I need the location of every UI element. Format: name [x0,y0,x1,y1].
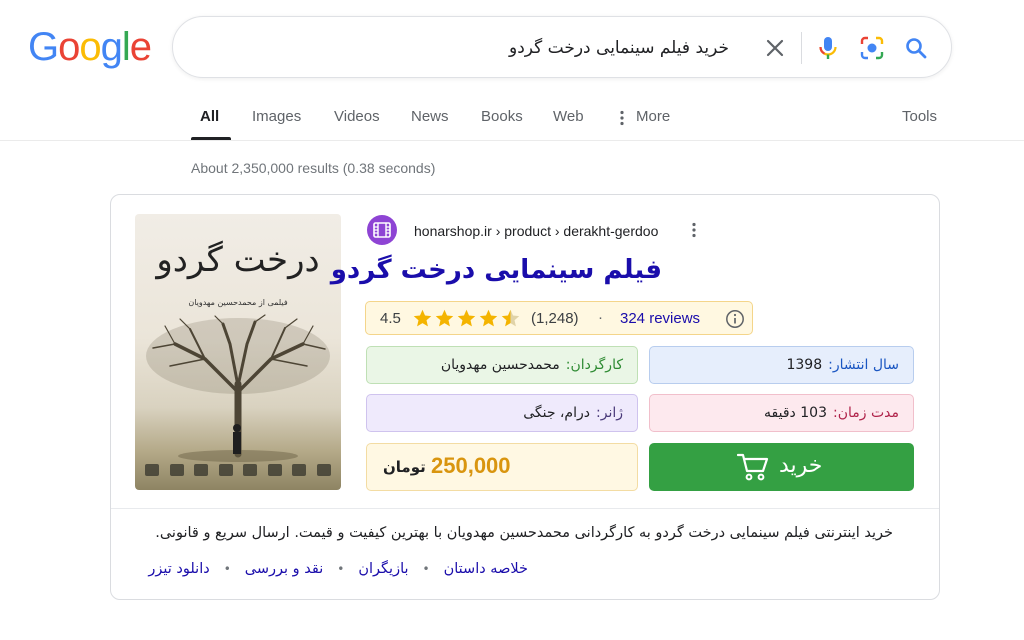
star-icon [435,309,454,327]
sitelink-cast[interactable]: بازیگران [358,561,408,577]
result-title-link[interactable]: فیلم سینمایی درخت گردو [331,255,662,285]
tab-all[interactable]: All [200,108,219,125]
result-description: خرید اینترنتی فیلم سینمایی درخت گردو به … [155,525,893,541]
cart-icon [736,452,769,485]
tab-news[interactable]: News [411,108,449,125]
release-year-value: 1398 [786,357,823,373]
release-year-label: سال انتشار: [828,357,899,373]
poster-title: درخت گردو [156,240,320,280]
tab-books[interactable]: Books [481,108,523,125]
sitelink-trailer[interactable]: دانلود تیزر [148,561,209,577]
more-vertical-icon[interactable] [619,110,625,131]
result-breadcrumb[interactable]: honarshop.ir › product › derakht-gerdoo [414,223,658,239]
logo-letter: g [100,25,123,69]
price-currency: تومان [383,458,426,476]
sitelink-review[interactable]: نقد و بررسی [245,561,323,577]
sitelink-separator: • [223,562,231,576]
star-icon [457,309,476,327]
info-icon[interactable] [725,309,745,334]
rating-separator: · [598,309,603,326]
rating-count: (1,248) [531,310,579,327]
price-value: 250,000 [431,453,511,478]
tab-images[interactable]: Images [252,108,301,125]
card-divider [111,508,939,509]
poster-sponsor-logos [145,464,331,476]
logo-letter: l [121,25,131,69]
poster-subtitle: فیلمی از محمدحسین مهدویان [188,298,288,307]
logo-letter: o [58,25,80,69]
search-divider [801,32,802,64]
film-icon[interactable] [367,215,397,245]
search-tabs: All Images Videos News Books Web More To… [0,94,1024,141]
rating-box: 4.5 (1,248) · 324 reviews [365,301,753,335]
director-field: کارگردان: محمدحسین مهدویان [366,346,638,384]
release-year-field: سال انتشار: 1398 [649,346,914,384]
duration-label: مدت زمان: [832,405,899,421]
star-icon [413,309,432,327]
results-stats: About 2,350,000 results (0.38 seconds) [191,160,436,176]
tools-button[interactable]: Tools [902,108,937,125]
logo-letter: o [79,25,101,69]
microphone-icon[interactable] [812,32,844,64]
director-label: کارگردان: [565,357,623,373]
movie-poster[interactable]: درخت گردو فیلمی از محمدحسین مهدویان [135,214,341,490]
duration-field: مدت زمان: 103 دقیقه [649,394,914,432]
more-options-icon[interactable] [691,222,697,243]
clear-icon[interactable] [759,32,791,64]
tab-videos[interactable]: Videos [334,108,380,125]
genre-value: درام، جنگی [523,405,590,421]
active-tab-indicator [191,137,231,140]
sitelink-separator: • [422,562,430,576]
logo-letter: G [28,25,59,69]
search-box[interactable]: خرید فیلم سینمایی درخت گردو [172,16,952,78]
tree-image [146,314,330,462]
rating-value: 4.5 [380,310,401,327]
duration-value: 103 دقیقه [764,405,827,421]
genre-field: ژانر: درام، جنگی [366,394,638,432]
sitelinks: خلاصه داستان • بازیگران • نقد و بررسی • دانلود… [148,561,528,577]
buy-button[interactable]: خرید [649,443,914,491]
lens-camera-icon[interactable] [856,32,888,64]
result-card: درخت گردو فیلمی از محمدحسین مهدویان hona… [110,194,940,600]
star-icon [479,309,498,327]
reviews-link[interactable]: 324 reviews [620,310,700,327]
buy-label: خرید [779,453,823,478]
google-logo[interactable]: Google [28,25,152,69]
half-star-icon [501,309,520,327]
price-box: تومان 250,000 [366,443,638,491]
star-rating [412,308,521,329]
tab-more[interactable]: More [636,108,670,125]
genre-label: ژانر: [596,405,623,421]
tab-web[interactable]: Web [553,108,584,125]
sitelink-separator: • [337,562,345,576]
director-value: محمدحسین مهدویان [440,357,560,373]
search-icon[interactable] [900,32,932,64]
sitelink-summary[interactable]: خلاصه داستان [444,561,528,577]
search-input[interactable]: خرید فیلم سینمایی درخت گردو [509,17,729,79]
logo-letter: e [129,25,152,69]
